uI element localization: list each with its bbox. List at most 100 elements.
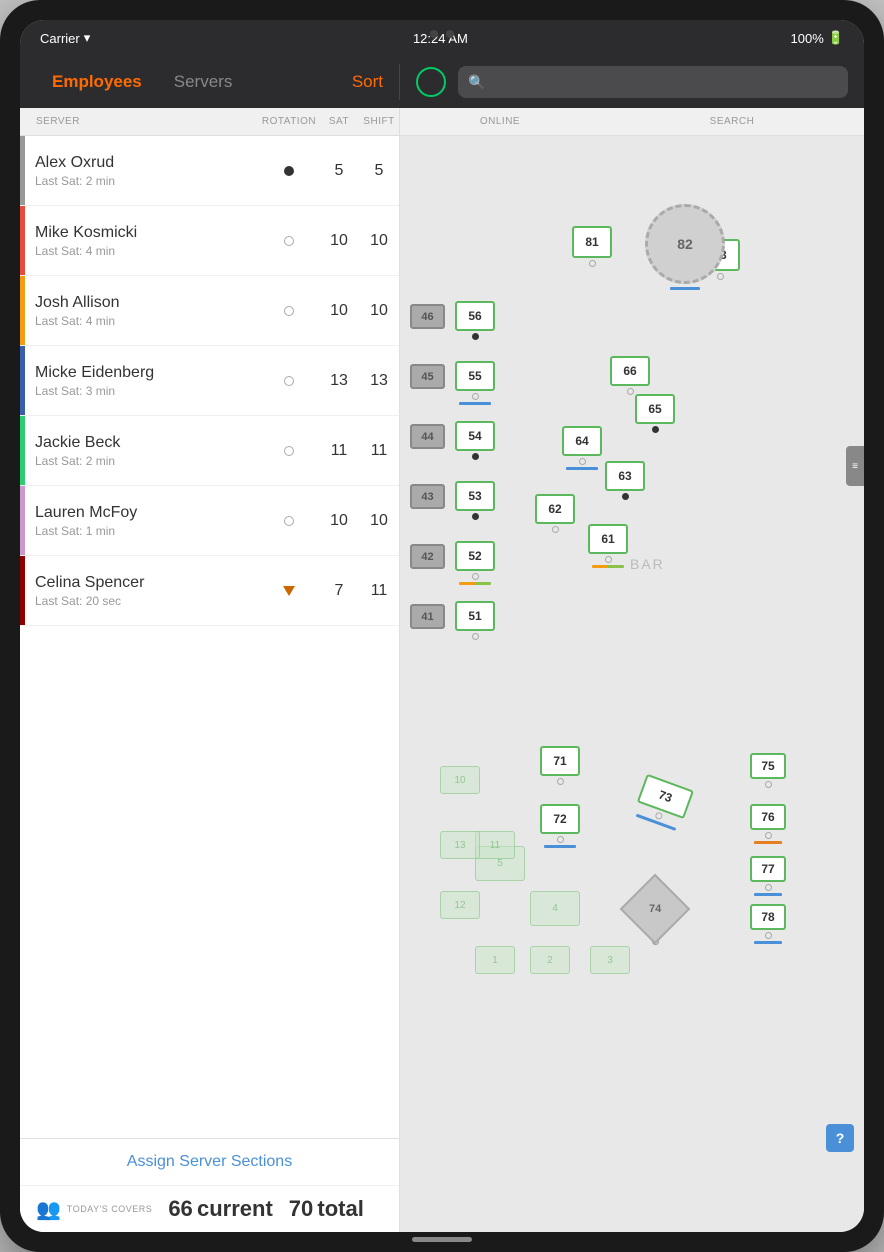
home-indicator — [412, 1237, 472, 1242]
map-table-wrap[interactable]: 65 — [635, 394, 675, 433]
table-box: 62 — [535, 494, 575, 524]
shift-cell: 11 — [359, 442, 399, 460]
battery-info: 100% 🔋 — [791, 30, 844, 46]
search-icon: 🔍 — [468, 74, 485, 91]
covers-current-label: current — [197, 1196, 273, 1221]
employee-row[interactable]: Jackie Beck Last Sat: 2 min 1111 — [20, 416, 399, 486]
tab-servers[interactable]: Servers — [158, 64, 249, 100]
employee-row[interactable]: Micke Eidenberg Last Sat: 3 min 1313 — [20, 346, 399, 416]
shift-cell: 10 — [359, 232, 399, 250]
map-table-wrap[interactable]: 74 — [630, 884, 680, 945]
table-bar — [459, 402, 491, 405]
sat-cell: 5 — [319, 162, 359, 180]
map-table-wrap[interactable]: 51 — [455, 601, 495, 640]
col-shift-header: SHIFT — [359, 116, 399, 127]
col-left-headers: SERVER ROTATION SAT SHIFT — [20, 108, 400, 135]
map-table-wrap[interactable]: 55 — [455, 361, 495, 405]
table-id-label: 62 — [548, 502, 561, 516]
search-bar[interactable]: 🔍 — [458, 66, 848, 98]
employee-last-sat: Last Sat: 2 min — [35, 454, 259, 468]
table-box: 51 — [455, 601, 495, 631]
rotation-cell — [259, 580, 319, 601]
table-id-label: 81 — [585, 235, 598, 249]
side-table[interactable]: 45 — [410, 364, 445, 389]
map-table-wrap[interactable]: 52 — [455, 541, 495, 585]
tab-employees[interactable]: Employees — [36, 64, 158, 100]
map-table-wrap[interactable]: 75 — [750, 753, 786, 788]
rotation-empty-dot — [284, 516, 294, 526]
rotation-empty-dot — [284, 236, 294, 246]
map-table-wrap[interactable]: 82 — [645, 204, 725, 290]
side-table[interactable]: 46 — [410, 304, 445, 329]
employee-row[interactable]: Mike Kosmicki Last Sat: 4 min 1010 — [20, 206, 399, 276]
map-table-wrap[interactable]: 73 — [632, 774, 694, 832]
ipad-screen: Carrier ▾ 12:24 AM 100% 🔋 Employees Serv… — [20, 20, 864, 1232]
employee-row[interactable]: Celina Spencer Last Sat: 20 sec 711 — [20, 556, 399, 626]
table-bar — [544, 845, 576, 848]
table-bar-multi — [592, 565, 624, 568]
rotation-cell — [259, 160, 319, 181]
table-bar-blue — [670, 287, 700, 290]
table-id-label: 77 — [761, 862, 774, 876]
map-table-wrap[interactable]: 78 — [750, 904, 786, 944]
table-bar — [754, 841, 782, 844]
table-bar — [754, 893, 782, 896]
table-indicator-filled — [472, 453, 479, 460]
nav-left: Employees Servers Sort — [20, 64, 400, 100]
map-table-wrap[interactable]: 53 — [455, 481, 495, 520]
table-box: 54 — [455, 421, 495, 451]
table-indicator-empty — [765, 884, 772, 891]
side-table[interactable]: 44 — [410, 424, 445, 449]
assign-server-sections-button[interactable]: Assign Server Sections — [20, 1139, 399, 1186]
list-icon-button[interactable]: ≡ — [846, 446, 864, 486]
map-table-wrap[interactable]: 72 — [540, 804, 580, 848]
sat-cell: 10 — [319, 302, 359, 320]
table-box: 53 — [455, 481, 495, 511]
rotation-cell — [259, 230, 319, 251]
map-table-wrap[interactable]: 54 — [455, 421, 495, 460]
employee-row[interactable]: Alex Oxrud Last Sat: 2 min 55 — [20, 136, 399, 206]
help-button[interactable]: ? — [826, 1124, 854, 1152]
map-table-wrap[interactable]: 61 — [588, 524, 628, 568]
map-table-wrap[interactable]: 63 — [605, 461, 645, 500]
table-box: 77 — [750, 856, 786, 882]
employee-info: Jackie Beck Last Sat: 2 min — [25, 434, 259, 468]
rotation-empty-dot — [284, 376, 294, 386]
table-indicator-empty — [589, 260, 596, 267]
main-content: Alex Oxrud Last Sat: 2 min 55 Mike Kosmi… — [20, 136, 864, 1232]
column-headers: SERVER ROTATION SAT SHIFT ONLINE SEARCH — [20, 108, 864, 136]
map-table-wrap[interactable]: 62 — [535, 494, 575, 533]
employee-row[interactable]: Lauren McFoy Last Sat: 1 min 1010 — [20, 486, 399, 556]
employee-name: Jackie Beck — [35, 434, 259, 452]
faded-table: 2 — [530, 946, 570, 974]
employee-info: Lauren McFoy Last Sat: 1 min — [25, 504, 259, 538]
side-table[interactable]: 43 — [410, 484, 445, 509]
col-server-header: SERVER — [20, 116, 259, 127]
side-table-wrap: 42 — [410, 544, 445, 569]
employee-name: Lauren McFoy — [35, 504, 259, 522]
table-id-label: 63 — [618, 469, 631, 483]
shift-cell: 13 — [359, 372, 399, 390]
shift-cell: 10 — [359, 302, 399, 320]
carrier-info: Carrier ▾ — [40, 30, 90, 46]
map-table-wrap[interactable]: 71 — [540, 746, 580, 785]
map-table-wrap[interactable]: 76 — [750, 804, 786, 844]
employee-row[interactable]: Josh Allison Last Sat: 4 min 1010 — [20, 276, 399, 346]
map-table-wrap[interactable]: 81 — [572, 226, 612, 267]
sat-cell: 7 — [319, 582, 359, 600]
rotation-empty-dot — [284, 306, 294, 316]
table-box: 55 — [455, 361, 495, 391]
table-indicator-empty — [557, 836, 564, 843]
map-table-wrap[interactable]: 56 — [455, 301, 495, 340]
table-id-label: 52 — [468, 549, 481, 563]
table-indicator-empty — [627, 388, 634, 395]
map-table-wrap[interactable]: 77 — [750, 856, 786, 896]
table-id-label: 78 — [761, 910, 774, 924]
side-table[interactable]: 41 — [410, 604, 445, 629]
map-table-wrap[interactable]: 64 — [562, 426, 602, 470]
employee-last-sat: Last Sat: 2 min — [35, 174, 259, 188]
side-table[interactable]: 42 — [410, 544, 445, 569]
covers-row: 👥 TODAY'S COVERS 66 current 70 total — [20, 1186, 399, 1232]
sort-button[interactable]: Sort — [352, 72, 383, 92]
map-table-wrap[interactable]: 66 — [610, 356, 650, 395]
